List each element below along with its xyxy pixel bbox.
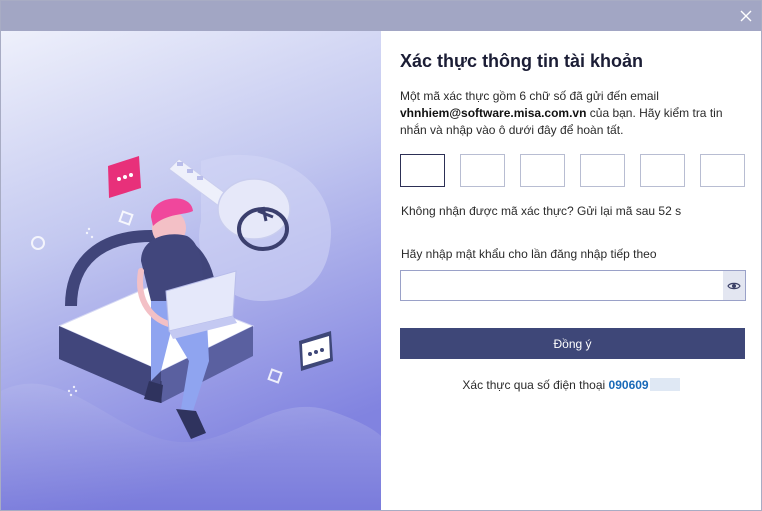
phone-redaction xyxy=(649,378,680,391)
show-password-button[interactable] xyxy=(723,271,745,300)
otp-digit-1[interactable] xyxy=(400,154,445,187)
password-label: Hãy nhập mật khẩu cho lần đăng nhập tiếp… xyxy=(401,247,657,261)
close-icon xyxy=(740,10,752,22)
close-button[interactable] xyxy=(733,3,759,29)
otp-digit-3[interactable] xyxy=(520,154,565,187)
instruction-prefix: Một mã xác thực gồm 6 chữ số đã gửi đến … xyxy=(400,89,659,103)
password-input[interactable] xyxy=(401,271,719,300)
verification-form: Xác thực thông tin tài khoản Một mã xác … xyxy=(381,31,761,510)
verification-dialog: Xác thực thông tin tài khoản Một mã xác … xyxy=(0,0,762,511)
eye-icon xyxy=(727,282,741,289)
instruction-text: Một mã xác thực gồm 6 chữ số đã gửi đến … xyxy=(400,88,745,139)
password-field xyxy=(400,270,746,301)
phone-prefix: Xác thực qua số điện thoại xyxy=(462,378,606,392)
dialog-title: Xác thực thông tin tài khoản xyxy=(400,51,644,71)
otp-digit-5[interactable] xyxy=(640,154,685,187)
phone-verification: Xác thực qua số điện thoại 090609 xyxy=(381,378,761,392)
resend-countdown: Không nhận được mã xác thực? Gửi lại mã … xyxy=(401,204,682,218)
title-bar xyxy=(1,1,761,31)
security-illustration xyxy=(1,31,381,510)
otp-input-group xyxy=(400,154,746,187)
email-address: vhnhiem@software.misa.com.vn xyxy=(400,106,587,120)
otp-digit-2[interactable] xyxy=(460,154,505,187)
illustration-panel xyxy=(1,31,381,510)
otp-digit-6[interactable] xyxy=(700,154,745,187)
otp-digit-4[interactable] xyxy=(580,154,625,187)
phone-number-link[interactable]: 090609 xyxy=(609,378,649,392)
submit-button[interactable]: Đồng ý xyxy=(400,328,745,359)
